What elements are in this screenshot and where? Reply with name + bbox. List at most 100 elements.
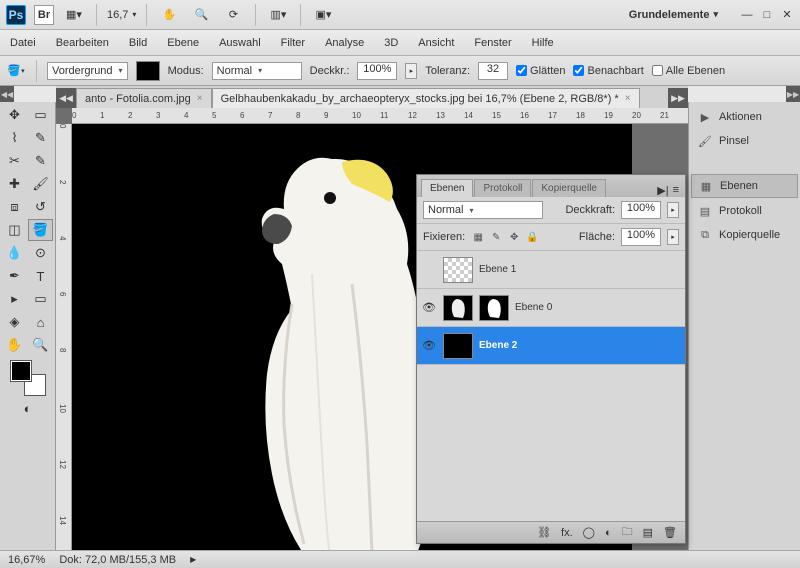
tab-scroll-left-icon[interactable]: ◀◀ bbox=[56, 88, 76, 108]
tolerance-input[interactable]: 32 bbox=[478, 62, 508, 80]
menu-analysis[interactable]: Analyse bbox=[325, 37, 364, 49]
film-icon[interactable]: ▦▾ bbox=[62, 4, 86, 26]
eyedropper-tool[interactable]: ✎ bbox=[28, 150, 53, 172]
menu-filter[interactable]: Filter bbox=[281, 37, 305, 49]
panel-menu-icon[interactable]: ≡ bbox=[673, 184, 679, 197]
arrange-docs-icon[interactable]: ▥▾ bbox=[266, 4, 290, 26]
menu-layer[interactable]: Ebene bbox=[167, 37, 199, 49]
antialias-checkbox[interactable]: Glätten bbox=[516, 65, 565, 77]
opacity-stepper[interactable]: ▸ bbox=[405, 63, 417, 79]
menu-file[interactable]: Datei bbox=[10, 37, 36, 49]
camera-tool[interactable]: ⌂ bbox=[28, 311, 53, 333]
layer-mask-icon[interactable]: ◯ bbox=[583, 526, 595, 539]
right-panels-collapse-icon[interactable]: ▶▶ bbox=[786, 86, 800, 102]
zoom-tool[interactable]: 🔍 bbox=[28, 334, 53, 356]
layers-panel-window[interactable]: Ebenen Protokoll Kopierquelle ▶| ≡ Normal… bbox=[416, 174, 686, 544]
bucket-tool-icon[interactable]: 🪣▾ bbox=[6, 61, 26, 81]
panel-tab-history[interactable]: Protokoll bbox=[474, 179, 531, 197]
layer-thumbnail[interactable] bbox=[443, 257, 473, 283]
menu-image[interactable]: Bild bbox=[129, 37, 147, 49]
color-swatches[interactable] bbox=[10, 360, 46, 396]
panel-layers[interactable]: ▦Ebenen bbox=[691, 174, 798, 198]
fill-target-dropdown[interactable]: Vordergrund bbox=[47, 62, 128, 80]
quick-select-tool[interactable]: ✎ bbox=[28, 127, 53, 149]
menu-window[interactable]: Fenster bbox=[474, 37, 511, 49]
move-tool[interactable]: ✥ bbox=[2, 104, 27, 126]
workspace-switcher[interactable]: Grundelemente▾ bbox=[623, 7, 724, 23]
tab-scroll-right-icon[interactable]: ▶▶ bbox=[668, 88, 688, 108]
layer-name-label[interactable]: Ebene 0 bbox=[515, 302, 552, 313]
visibility-toggle[interactable] bbox=[421, 262, 437, 278]
fill-pattern-swatch[interactable] bbox=[136, 61, 160, 81]
link-layers-icon[interactable]: ⛓ bbox=[537, 526, 551, 539]
fill-input[interactable]: 100% bbox=[621, 228, 661, 246]
crop-tool[interactable]: ✂ bbox=[2, 150, 27, 172]
lasso-tool[interactable]: ⌇ bbox=[2, 127, 27, 149]
toolbox-collapse-icon[interactable]: ◀◀ bbox=[0, 86, 14, 102]
all-layers-checkbox[interactable]: Alle Ebenen bbox=[652, 65, 725, 77]
group-icon[interactable]: 🗀 bbox=[622, 523, 633, 542]
panel-clone-source[interactable]: ⧉Kopierquelle bbox=[691, 224, 798, 246]
bucket-tool[interactable]: 🪣 bbox=[28, 219, 53, 241]
status-menu-icon[interactable]: ▶ bbox=[190, 555, 196, 564]
visibility-toggle[interactable]: 👁 bbox=[421, 300, 437, 316]
stamp-tool[interactable]: ⧈ bbox=[2, 196, 27, 218]
shape-tool[interactable]: ▭ bbox=[28, 288, 53, 310]
tab-close-icon[interactable]: × bbox=[197, 93, 203, 104]
brush-tool[interactable]: 🖌 bbox=[28, 173, 53, 195]
hand-tool-top-icon[interactable]: ✋ bbox=[157, 4, 181, 26]
layer-fx-icon[interactable]: fx. bbox=[561, 527, 573, 539]
new-layer-icon[interactable]: ▤ bbox=[643, 526, 653, 539]
blur-tool[interactable]: 💧 bbox=[2, 242, 27, 264]
pen-tool[interactable]: ✒ bbox=[2, 265, 27, 287]
menu-help[interactable]: Hilfe bbox=[532, 37, 554, 49]
document-tab-inactive[interactable]: anto - Fotolia.com.jpg× bbox=[76, 88, 212, 108]
type-tool[interactable]: T bbox=[28, 265, 53, 287]
tab-close-icon[interactable]: × bbox=[625, 93, 631, 104]
bridge-icon[interactable]: Br bbox=[34, 5, 54, 25]
fill-stepper[interactable]: ▸ bbox=[667, 229, 679, 245]
lock-position-icon[interactable]: ✥ bbox=[507, 230, 521, 244]
panel-tab-clone-source[interactable]: Kopierquelle bbox=[532, 179, 606, 197]
panel-tab-layers[interactable]: Ebenen bbox=[421, 179, 473, 197]
zoom-tool-top-icon[interactable]: 🔍 bbox=[189, 4, 213, 26]
layer-row[interactable]: Ebene 1 bbox=[417, 251, 685, 289]
menu-select[interactable]: Auswahl bbox=[219, 37, 261, 49]
menu-3d[interactable]: 3D bbox=[384, 37, 398, 49]
panel-collapse-icon[interactable]: ▶| bbox=[657, 184, 668, 197]
blend-mode-dropdown[interactable]: Normal bbox=[212, 62, 302, 80]
zoom-dropdown[interactable]: 16,7▾ bbox=[107, 9, 136, 21]
panel-actions[interactable]: ▶Aktionen bbox=[691, 106, 798, 128]
layer-row[interactable]: 👁 Ebene 0 bbox=[417, 289, 685, 327]
menu-edit[interactable]: Bearbeiten bbox=[56, 37, 109, 49]
opacity-input[interactable]: 100% bbox=[357, 62, 397, 80]
visibility-toggle[interactable]: 👁 bbox=[421, 338, 437, 354]
document-tab-active[interactable]: Gelbhaubenkakadu_by_archaeopteryx_stocks… bbox=[212, 88, 640, 108]
quickmask-toggle[interactable]: ◐ bbox=[18, 400, 38, 416]
lock-transparency-icon[interactable]: ▦ bbox=[471, 230, 485, 244]
close-window-button[interactable]: ✕ bbox=[780, 8, 794, 22]
layer-mask-thumbnail[interactable] bbox=[479, 295, 509, 321]
dodge-tool[interactable]: ⊙ bbox=[28, 242, 53, 264]
layer-thumbnail[interactable] bbox=[443, 295, 473, 321]
marquee-tool[interactable]: ▭ bbox=[28, 104, 53, 126]
contiguous-checkbox[interactable]: Benachbart bbox=[573, 65, 643, 77]
screen-mode-icon[interactable]: ▣▾ bbox=[311, 4, 335, 26]
adjustment-layer-icon[interactable]: ◐ bbox=[605, 527, 612, 539]
status-zoom[interactable]: 16,67% bbox=[8, 554, 45, 566]
lock-all-icon[interactable]: 🔒 bbox=[525, 230, 539, 244]
layer-blend-mode-dropdown[interactable]: Normal bbox=[423, 201, 543, 219]
foreground-color-swatch[interactable] bbox=[10, 360, 32, 382]
panel-history[interactable]: ▤Protokoll bbox=[691, 200, 798, 222]
layer-name-label[interactable]: Ebene 1 bbox=[479, 264, 516, 275]
path-select-tool[interactable]: ▸ bbox=[2, 288, 27, 310]
history-brush-tool[interactable]: ↺ bbox=[28, 196, 53, 218]
hand-tool[interactable]: ✋ bbox=[2, 334, 27, 356]
rotate-view-icon[interactable]: ⟳ bbox=[221, 4, 245, 26]
lock-pixels-icon[interactable]: ✎ bbox=[489, 230, 503, 244]
layer-row-selected[interactable]: 👁 Ebene 2 bbox=[417, 327, 685, 365]
trash-icon[interactable]: 🗑 bbox=[663, 526, 677, 539]
layer-thumbnail[interactable] bbox=[443, 333, 473, 359]
layer-opacity-input[interactable]: 100% bbox=[621, 201, 661, 219]
ps-logo-icon[interactable]: Ps bbox=[6, 5, 26, 25]
